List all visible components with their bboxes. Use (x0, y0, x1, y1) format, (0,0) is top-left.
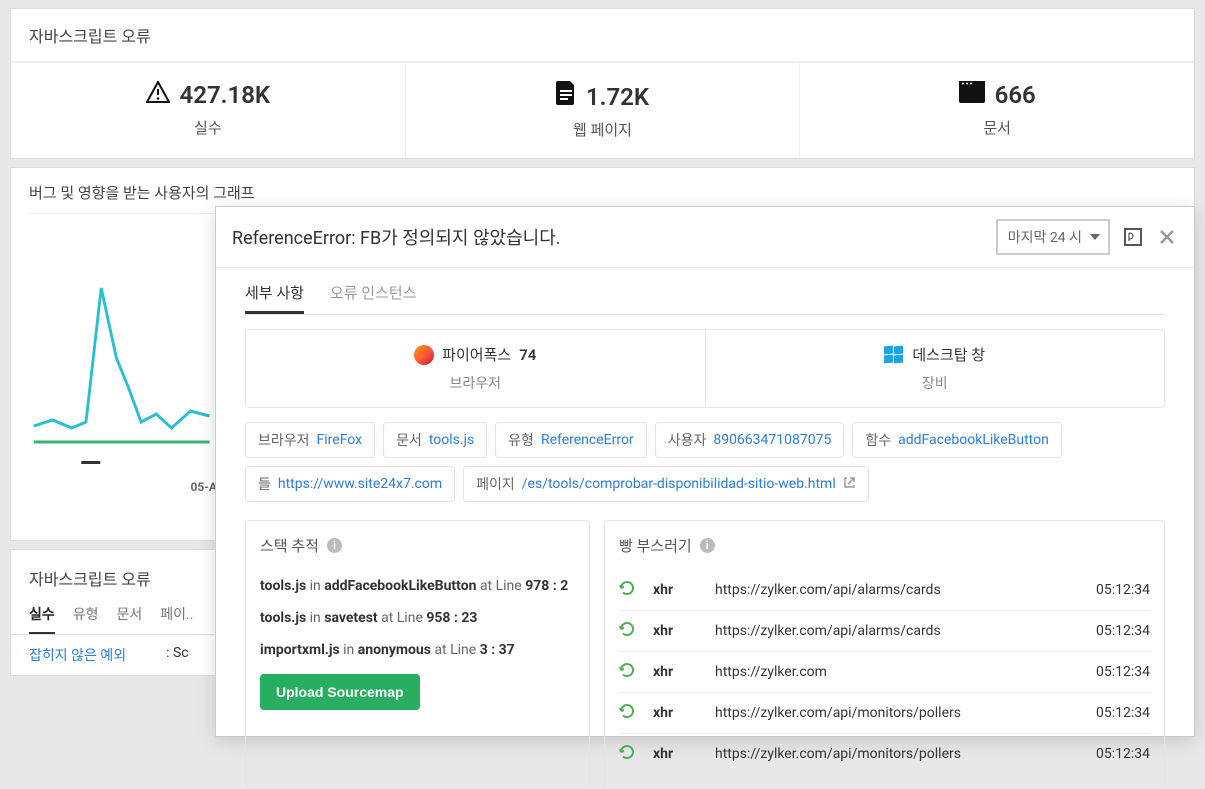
breadcrumb-row[interactable]: xhrhttps://zylker.com/api/monitors/polle… (619, 734, 1150, 774)
tab-instances[interactable]: 오류 인스턴스 (330, 282, 417, 314)
stat-label: 문서 (800, 117, 1194, 138)
breadcrumb-row[interactable]: xhrhttps://zylker.com05:12:34 (619, 652, 1150, 693)
export-pdf-button[interactable] (1122, 226, 1144, 248)
stat-value: 666 (995, 81, 1036, 109)
stack-trace-section: 스택 추적 i tools.js in addFacebookLikeButto… (245, 520, 590, 789)
tab-type[interactable]: 유형 (73, 600, 99, 634)
time-range-select[interactable]: 마지막 24 시 (996, 219, 1110, 255)
stat-label: 웹 페이지 (406, 119, 800, 140)
refresh-icon (619, 744, 635, 764)
warning-icon (146, 81, 170, 109)
breadcrumb-row[interactable]: xhrhttps://zylker.com/api/alarms/cards05… (619, 611, 1150, 652)
tab-errors[interactable]: 실수 (29, 600, 55, 634)
breadcrumb-row[interactable]: xhrhttps://zylker.com/api/alarms/cards05… (619, 570, 1150, 611)
page-title: 자바스크립트 오류 (11, 9, 1194, 62)
breadcrumb-row[interactable]: xhrhttps://zylker.com/api/monitors/polle… (619, 693, 1150, 734)
os-meta: 데스크탑 창 장비 (706, 330, 1165, 407)
tab-details[interactable]: 세부 사항 (245, 282, 304, 314)
refresh-icon (619, 703, 635, 723)
tab-page[interactable]: 페이.. (160, 600, 193, 634)
close-button[interactable] (1156, 226, 1178, 248)
graph-xlabel: 05-A (29, 480, 219, 494)
tab-doc[interactable]: 문서 (117, 600, 143, 634)
external-link-icon (843, 476, 856, 493)
meta-chip[interactable]: 함수addFacebookLikeButton (852, 422, 1061, 458)
line-chart (29, 276, 219, 476)
stack-line: tools.js in savetest at Line 958 : 23 (260, 602, 575, 634)
error-text: : Sc (166, 645, 189, 665)
upload-sourcemap-button[interactable]: Upload Sourcemap (260, 674, 420, 710)
error-title: ReferenceError: FB가 정의되지 않았습니다. (232, 224, 984, 250)
meta-chip[interactable]: 브라우저FireFox (245, 422, 375, 458)
breadcrumbs-section: 빵 부스러기 i xhrhttps://zylker.com/api/alarm… (604, 520, 1165, 789)
meta-chip[interactable]: 문서tools.js (383, 422, 487, 458)
stat-value: 1.72K (586, 83, 649, 111)
file-icon (556, 81, 576, 111)
meta-chip[interactable]: 들https://www.site24x7.com (245, 466, 455, 502)
error-detail-panel: ReferenceError: FB가 정의되지 않았습니다. 마지막 24 시… (215, 206, 1195, 737)
firefox-icon (414, 345, 434, 365)
stat-value: 427.18K (180, 81, 271, 109)
stack-line: tools.js in addFacebookLikeButton at Lin… (260, 570, 575, 602)
refresh-icon (619, 662, 635, 682)
window-icon (959, 81, 985, 109)
browser-meta: 파이어폭스 74 브라우저 (246, 330, 706, 407)
stat-pages[interactable]: 1.72K 웹 페이지 (406, 63, 801, 158)
info-icon[interactable]: i (327, 538, 342, 553)
crumbs-title: 빵 부스러기 (619, 535, 692, 556)
stack-title: 스택 추적 (260, 535, 319, 556)
stat-label: 실수 (11, 117, 405, 138)
stat-errors[interactable]: 427.18K 실수 (11, 63, 406, 158)
refresh-icon (619, 580, 635, 600)
stack-line: importxml.js in anonymous at Line 3 : 37 (260, 634, 575, 666)
meta-chip[interactable]: 유형ReferenceError (495, 422, 647, 458)
info-icon[interactable]: i (700, 538, 715, 553)
meta-chip[interactable]: 페이지/es/tools/comprobar-disponibilidad-si… (463, 466, 869, 502)
chevron-down-icon (1090, 234, 1100, 240)
error-link[interactable]: 잡히지 않은 예외 (29, 645, 126, 665)
refresh-icon (619, 621, 635, 641)
meta-chip[interactable]: 사용자890663471087075 (655, 422, 845, 458)
windows-icon (884, 346, 904, 364)
stat-docs[interactable]: 666 문서 (800, 63, 1194, 158)
